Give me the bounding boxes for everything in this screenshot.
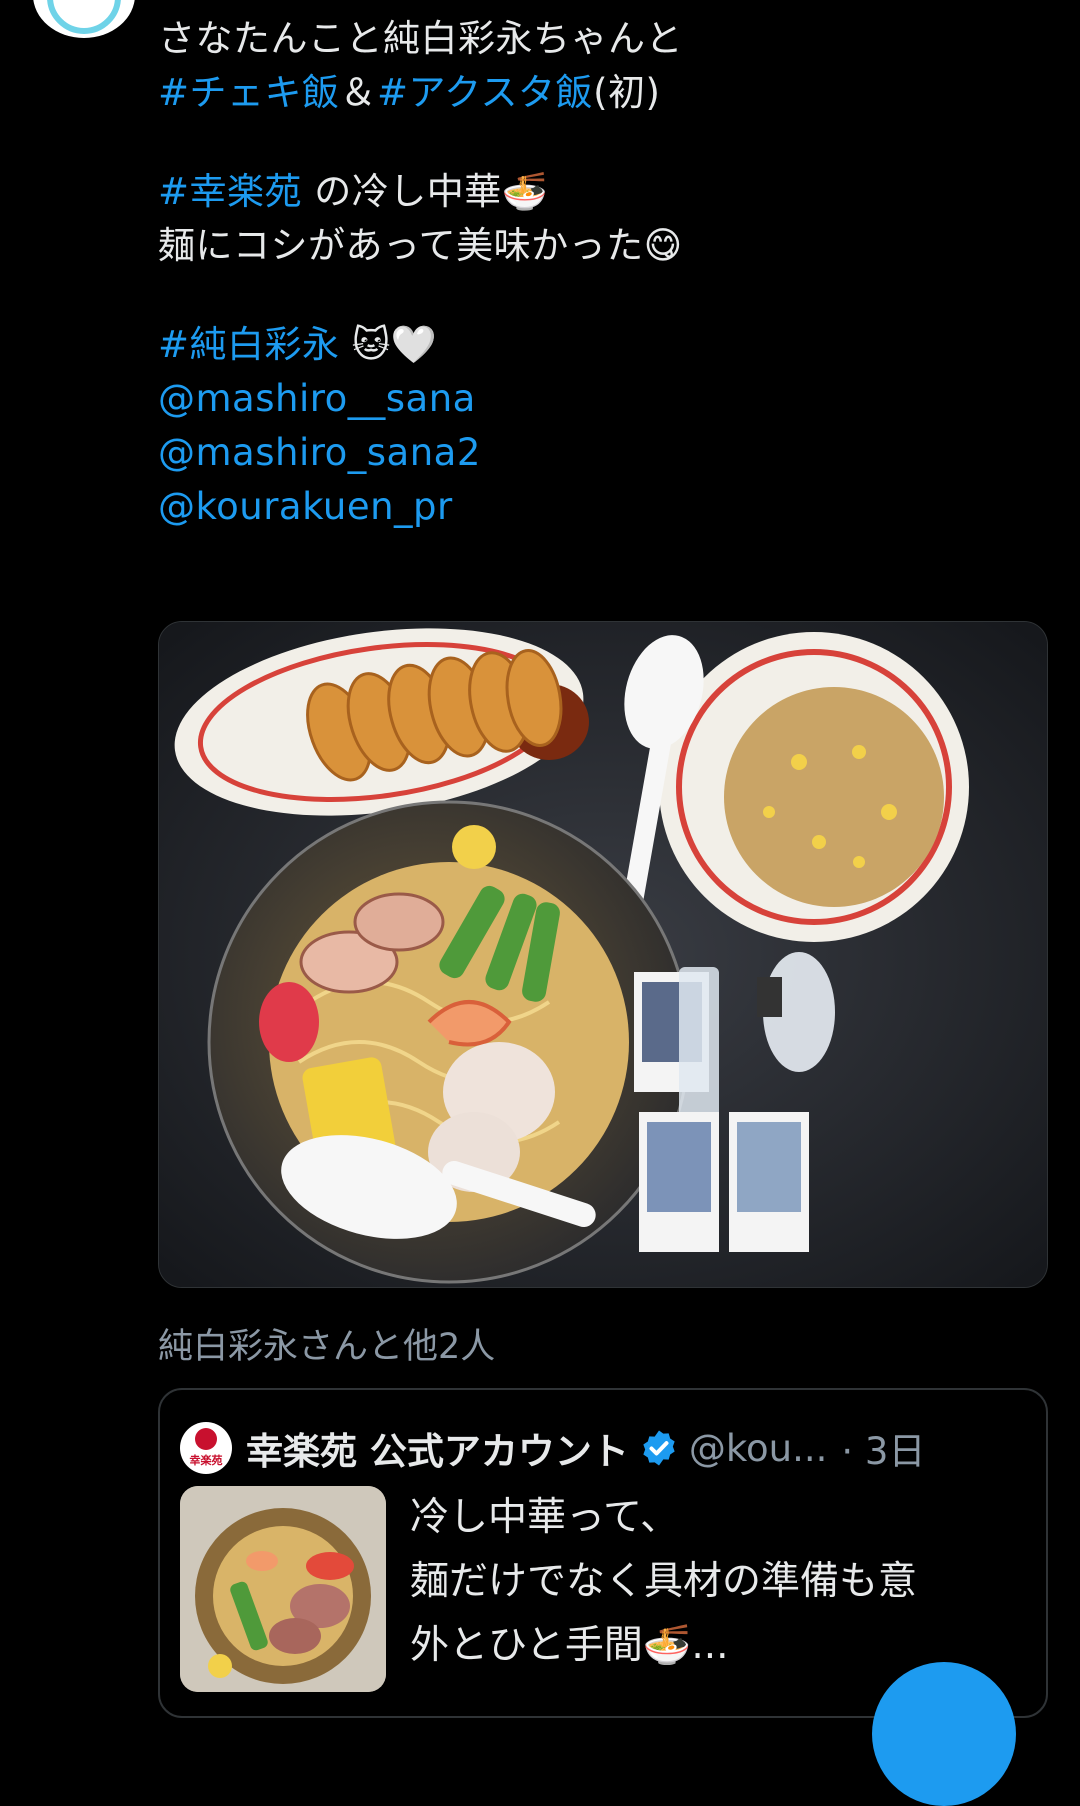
quote-timestamp[interactable]: · 3日 [841, 1421, 925, 1475]
tagged-users[interactable]: 純白彩永さんと他2人 [158, 1318, 495, 1369]
verified-badge-icon [643, 1430, 675, 1466]
tweet-text-segment: さなたんこと純白彩永ちゃんと [158, 17, 683, 60]
food-photo-illustration [159, 622, 1047, 1287]
quote-header: 幸楽苑 幸楽苑 公式アカウント @kou... · 3日 [180, 1420, 1030, 1476]
hashtag-link[interactable]: #チェキ飯 [158, 71, 340, 114]
hashtag-link[interactable]: #アクスタ飯 [377, 71, 593, 114]
tweet-line: #幸楽苑 の冷し中華🍜 [158, 165, 1038, 219]
brand-seal-icon [195, 1428, 217, 1450]
mention-link[interactable]: @mashiro_sana2 [158, 431, 481, 474]
tweet-line: #チェキ飯＆#アクスタ飯(初) [158, 66, 1038, 120]
tweet-text-segment: ＆ [339, 71, 378, 114]
tweet-text-segment: 🐱🤍 [339, 323, 438, 366]
compose-fab-icon[interactable] [872, 1662, 1016, 1806]
tweet-line: さなたんこと純白彩永ちゃんと [158, 12, 1038, 66]
tweet-line: @mashiro_sana2 [158, 426, 1038, 480]
quote-thumbnail-illustration [180, 1486, 386, 1692]
tweet-text: さなたんこと純白彩永ちゃんと #チェキ飯＆#アクスタ飯(初) #幸楽苑 の冷し中華🍜… [158, 12, 1038, 534]
quote-text-line: 麺だけでなく具材の準備も意 [410, 1559, 918, 1604]
avatar-logo [47, 0, 121, 34]
quote-avatar-text: 幸楽苑 [189, 1454, 223, 1467]
tweet-text-segment: (初) [593, 71, 661, 114]
quote-text: 冷し中華って、 麺だけでなく具材の準備も意 外とひと手間🍜... [410, 1486, 1030, 1678]
tweet-line: @mashiro__sana [158, 372, 1038, 426]
quote-avatar[interactable]: 幸楽苑 [180, 1422, 232, 1474]
author-avatar[interactable] [33, 0, 135, 38]
quote-text-line: 冷し中華って、 [410, 1495, 680, 1540]
quote-author-handle: @kou... [688, 1426, 828, 1470]
hashtag-link[interactable]: #幸楽苑 [158, 170, 302, 213]
tweet-text-segment: の冷し中華🍜 [302, 170, 549, 213]
tweet-line: 麺にコシがあって美味かった😋 [158, 219, 1038, 273]
hashtag-link[interactable]: #純白彩永 [158, 323, 340, 366]
tweet-line: @kourakuen_pr [158, 480, 1038, 534]
mention-link[interactable]: @mashiro__sana [158, 377, 476, 420]
quote-thumbnail[interactable] [180, 1486, 386, 1692]
tweet-photo[interactable] [158, 621, 1048, 1288]
tweet-text-segment: 麺にコシがあって美味かった😋 [158, 224, 683, 267]
tweet-line: #純白彩永 🐱🤍 [158, 318, 1038, 372]
mention-link[interactable]: @kourakuen_pr [158, 485, 453, 528]
quote-author-name[interactable]: 幸楽苑 公式アカウント [246, 1421, 629, 1475]
